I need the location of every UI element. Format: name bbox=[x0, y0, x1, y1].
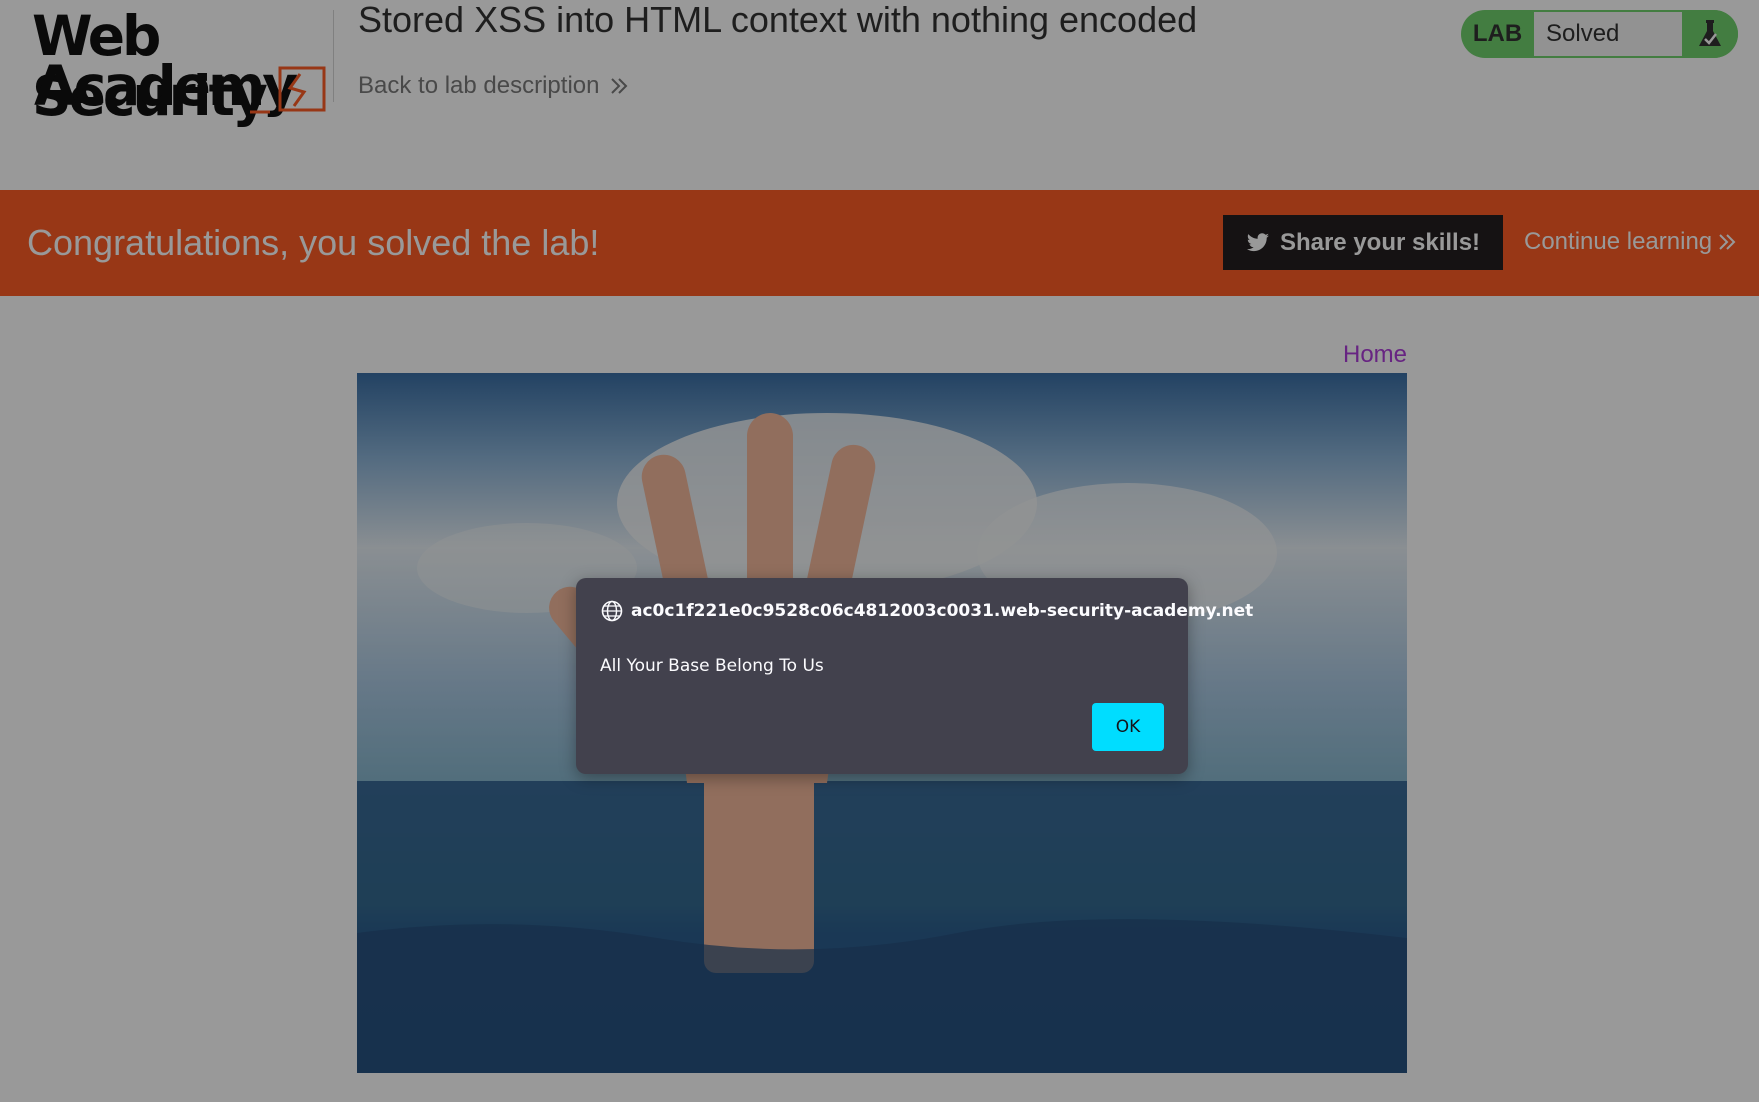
alert-origin-url: ac0c1f221e0c9528c06c4812003c0031.web-sec… bbox=[631, 601, 1254, 621]
alert-origin: ac0c1f221e0c9528c06c4812003c0031.web-sec… bbox=[601, 600, 1253, 622]
globe-icon bbox=[601, 600, 623, 622]
alert-message: All Your Base Belong To Us bbox=[600, 656, 824, 676]
modal-overlay bbox=[0, 0, 1759, 1102]
javascript-alert-dialog: ac0c1f221e0c9528c06c4812003c0031.web-sec… bbox=[576, 578, 1253, 774]
alert-ok-button[interactable]: OK bbox=[1092, 703, 1164, 751]
